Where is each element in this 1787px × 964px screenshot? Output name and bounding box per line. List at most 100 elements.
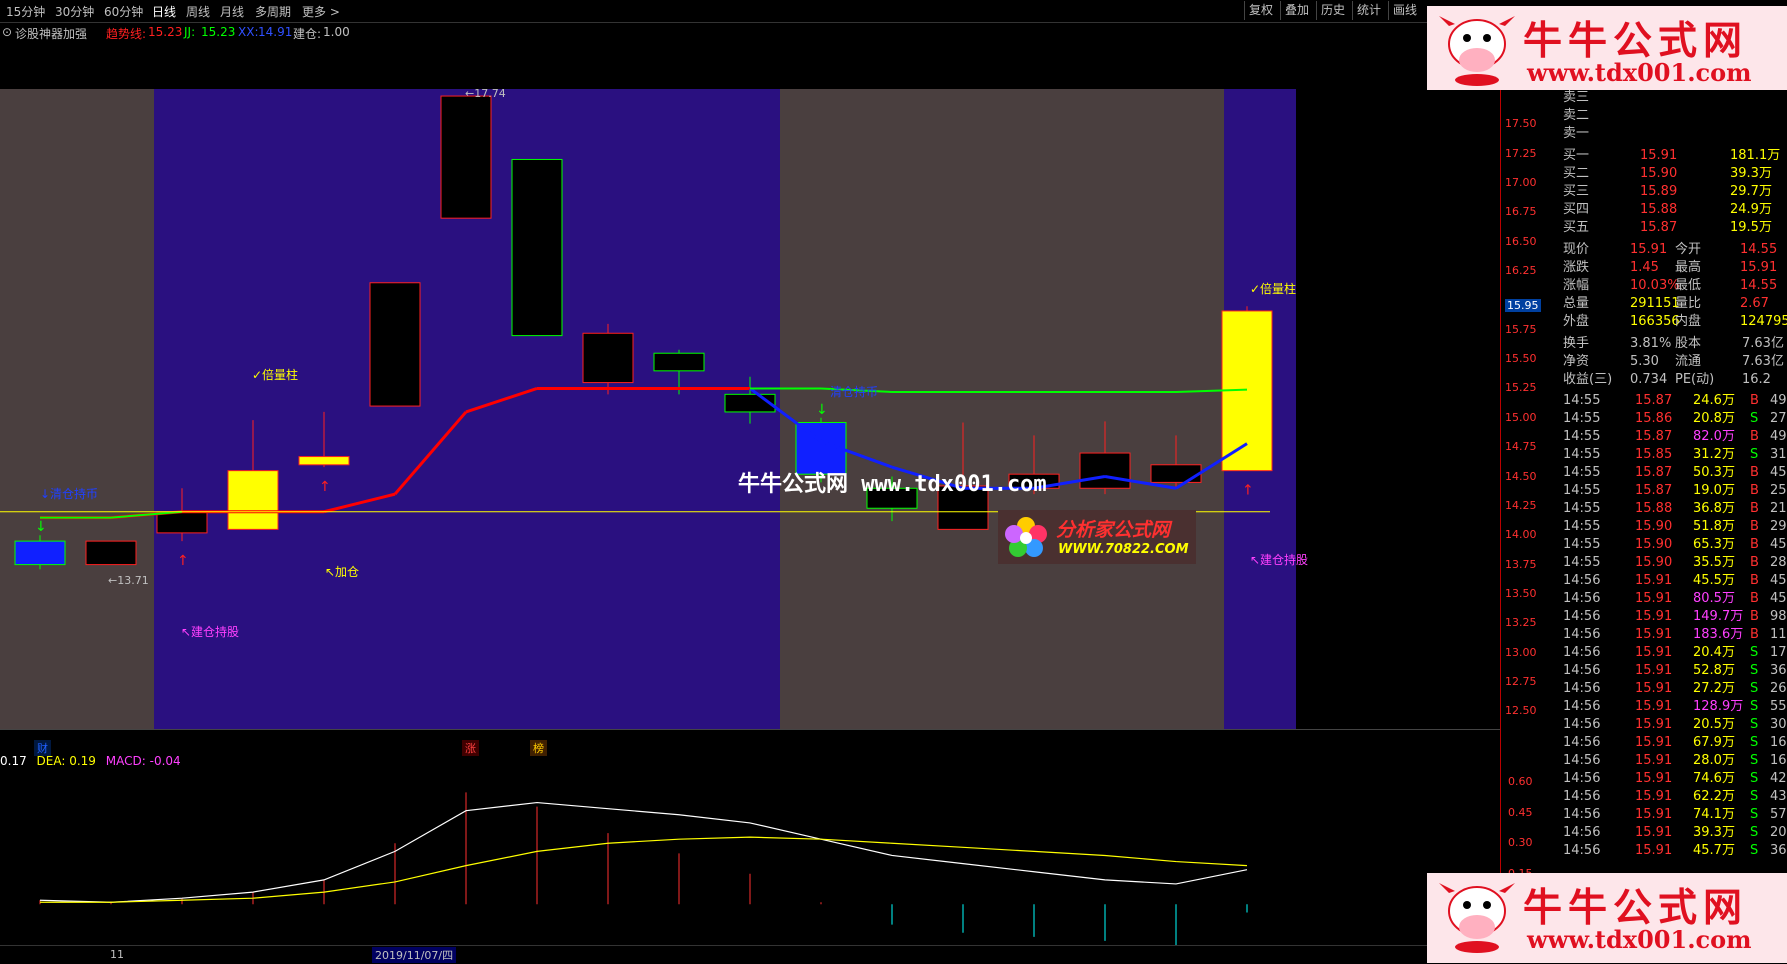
buy-arrow-icon: ↑: [1242, 483, 1254, 499]
sell-level-label: 卖二: [1563, 108, 1590, 123]
tick-row: 14:56 15.91 183.6万 B 111: [1560, 626, 1787, 644]
tick-time: 14:55: [1563, 429, 1601, 444]
tab-monthly[interactable]: 月线: [220, 3, 244, 20]
tick-side: B: [1750, 627, 1759, 642]
tick-side: B: [1750, 429, 1759, 444]
tick-price: 15.91: [1635, 735, 1673, 750]
price-tick: 17.50: [1505, 117, 1537, 131]
tick-side: S: [1750, 663, 1759, 678]
overlay-button[interactable]: 叠加: [1280, 1, 1313, 20]
tick-count: 49: [1770, 393, 1787, 408]
buy-price: 15.87: [1640, 220, 1678, 235]
tick-price: 15.90: [1635, 555, 1673, 570]
jj-value: 15.23: [201, 25, 236, 39]
fxj-url: WWW.70822.COM: [1058, 542, 1189, 557]
tick-time: 14:56: [1563, 771, 1601, 786]
candle-body: [1150, 464, 1202, 483]
jiancang-label-1: ↖建仓持股: [181, 625, 240, 639]
indicator-name[interactable]: 诊股神器加强: [15, 25, 87, 42]
tab-15min[interactable]: 15分钟: [6, 3, 45, 20]
tick-price: 15.91: [1635, 807, 1673, 822]
sell-row: 卖一: [1560, 125, 1787, 143]
history-button[interactable]: 历史: [1316, 1, 1349, 20]
beiliang-label-2: ✓倍量柱: [1250, 282, 1297, 296]
tick-count: 36: [1770, 843, 1787, 858]
tick-volume: 20.5万: [1693, 717, 1735, 732]
tab-weekly[interactable]: 周线: [186, 3, 210, 20]
tick-row: 14:56 15.91 128.9万 S 55: [1560, 698, 1787, 716]
macd-label: MACD: -0.04: [105, 754, 181, 768]
stat-value: 15.91: [1740, 260, 1778, 275]
price-tick: 16.75: [1505, 205, 1537, 219]
tick-row: 14:55 15.87 50.3万 B 45: [1560, 464, 1787, 482]
tick-row: 14:55 15.85 31.2万 S 31: [1560, 446, 1787, 464]
tick-time: 14:56: [1563, 843, 1601, 858]
candle-body: [582, 332, 634, 384]
tick-time: 14:56: [1563, 663, 1601, 678]
tick-row: 14:56 15.91 45.7万 S 36: [1560, 842, 1787, 860]
sell-level-label: 卖一: [1563, 126, 1590, 141]
tick-time: 14:56: [1563, 627, 1601, 642]
tab-60min[interactable]: 60分钟: [104, 3, 143, 20]
tick-row: 14:56 15.91 62.2万 S 43: [1560, 788, 1787, 806]
tab-daily[interactable]: 日线: [152, 3, 176, 20]
stat-label: 最高: [1675, 260, 1702, 275]
tick-count: 57: [1770, 807, 1787, 822]
tick-side: B: [1750, 537, 1759, 552]
price-tick: 12.50: [1505, 704, 1537, 718]
tick-volume: 128.9万: [1693, 699, 1744, 714]
stat-label: 外盘: [1563, 314, 1590, 329]
tick-side: B: [1750, 465, 1759, 480]
draw-line-button[interactable]: 画线: [1388, 1, 1421, 20]
tick-row: 14:56 15.91 39.3万 S 20: [1560, 824, 1787, 842]
tick-volume: 67.9万: [1693, 735, 1735, 750]
tick-price: 15.91: [1635, 645, 1673, 660]
indicator-settings-icon[interactable]: ⊙: [2, 25, 12, 39]
tick-row: 14:56 15.91 45.5万 B 45: [1560, 572, 1787, 590]
tick-count: 55: [1770, 699, 1787, 714]
bg-band-1: [0, 89, 154, 729]
tick-price: 15.90: [1635, 519, 1673, 534]
stat-row: 净资 5.30 流通 7.63亿: [1560, 353, 1787, 371]
tick-time: 14:56: [1563, 825, 1601, 840]
watermark-url: www.tdx001.com: [1527, 925, 1752, 954]
price-tick: 15.75: [1505, 322, 1537, 336]
tick-price: 15.91: [1635, 681, 1673, 696]
tick-row: 14:55 15.87 82.0万 B 49: [1560, 428, 1787, 446]
buy-volume: 39.3万: [1730, 166, 1772, 181]
buy-volume: 29.7万: [1730, 184, 1772, 199]
buy-volume: 19.5万: [1730, 220, 1772, 235]
tab-more[interactable]: 更多 >: [302, 3, 340, 20]
buy-row: 买一 15.91 181.1万: [1560, 147, 1787, 165]
tick-price: 15.87: [1635, 483, 1673, 498]
macd-tick: 0.45: [1508, 805, 1533, 819]
tick-row: 14:55 15.90 51.8万 B 29: [1560, 518, 1787, 536]
tab-30min[interactable]: 30分钟: [55, 3, 94, 20]
buy-row: 买二 15.90 39.3万: [1560, 165, 1787, 183]
tick-price: 15.91: [1635, 663, 1673, 678]
candle-body: [440, 95, 492, 219]
tick-time: 14:56: [1563, 609, 1601, 624]
stat-label: 最低: [1675, 278, 1702, 293]
tick-count: 45: [1770, 537, 1787, 552]
zhang-marker[interactable]: 涨: [462, 740, 479, 756]
tab-multi-period[interactable]: 多周期: [255, 3, 291, 20]
tick-count: 29: [1770, 519, 1787, 534]
stat-label: 涨幅: [1563, 278, 1590, 293]
jiancang-label-2: ↖建仓持股: [1250, 553, 1309, 567]
bang-marker[interactable]: 榜: [530, 740, 547, 756]
candle-body: [369, 282, 421, 407]
tick-side: S: [1750, 699, 1759, 714]
tick-price: 15.85: [1635, 447, 1673, 462]
buy-price: 15.88: [1640, 202, 1678, 217]
tick-count: 30: [1770, 717, 1787, 732]
statistics-button[interactable]: 统计: [1352, 1, 1385, 20]
sell-arrow-icon: ↓: [35, 519, 47, 535]
tick-side: B: [1750, 483, 1759, 498]
price-tick: 13.50: [1505, 586, 1537, 600]
tick-side: B: [1750, 573, 1759, 588]
tick-row: 14:56 15.91 52.8万 S 36: [1560, 662, 1787, 680]
tick-count: 20: [1770, 825, 1787, 840]
fuquan-button[interactable]: 复权: [1244, 1, 1277, 20]
macd-chart[interactable]: [0, 770, 1500, 945]
